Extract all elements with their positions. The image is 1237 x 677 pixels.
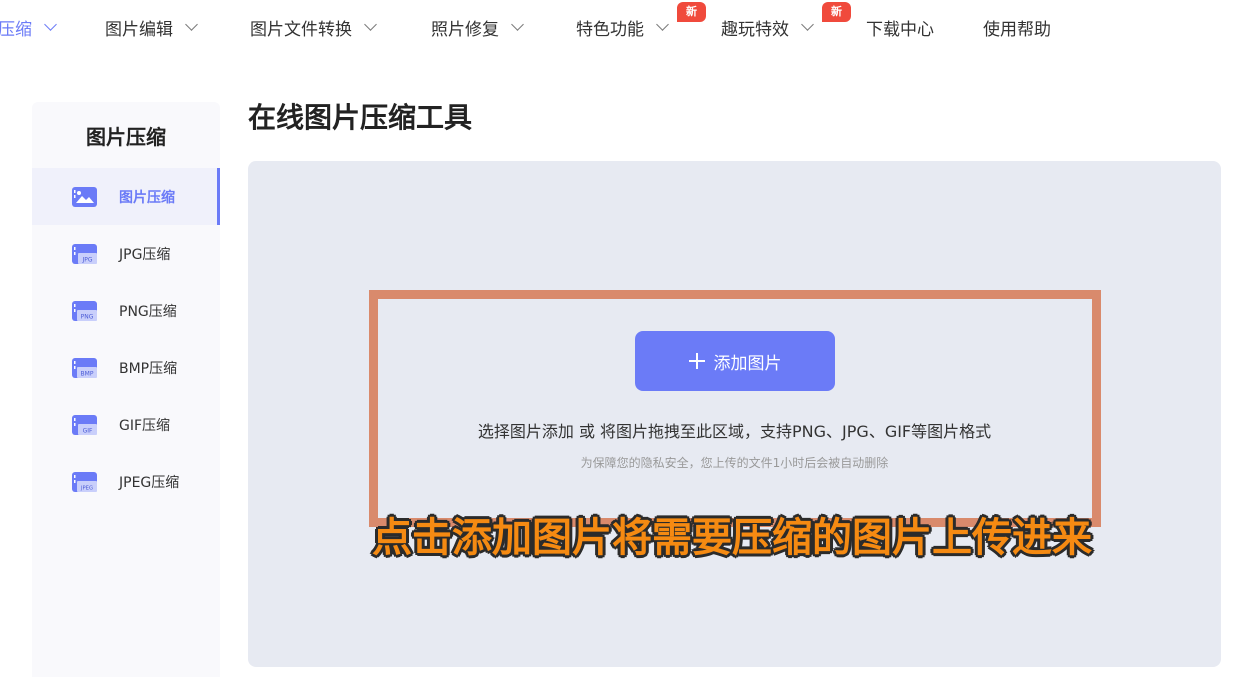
chevron-down-icon: [44, 18, 57, 31]
tutorial-caption: 点击添加图片将需要压缩的图片上传进来: [372, 515, 1092, 561]
chevron-down-icon: [185, 18, 198, 31]
nav-item-label: 趣玩特效: [721, 19, 789, 40]
privacy-note: 为保障您的隐私安全，您上传的文件1小时后会被自动删除: [580, 456, 889, 470]
highlight-annotation-box: [369, 290, 1101, 527]
sidebar-item-label: BMP压缩: [119, 360, 178, 377]
sidebar: 图片压缩 图片压缩 JPG JPG压缩 PNG PNG压缩 BMP BMP压缩 …: [32, 102, 220, 677]
nav-item-compress[interactable]: 压缩: [0, 0, 57, 54]
png-file-icon: PNG: [72, 301, 97, 321]
jpeg-file-icon: JPEG: [72, 472, 97, 492]
nav-item-label: 压缩: [0, 19, 32, 40]
sidebar-item-label: JPG压缩: [119, 246, 171, 263]
upload-hint: 选择图片添加 或 将图片拖拽至此区域，支持PNG、JPG、GIF等图片格式: [477, 422, 992, 441]
svg-text:JPEG: JPEG: [80, 486, 93, 492]
nav-item-photo-repair[interactable]: 照片修复: [431, 0, 524, 54]
sidebar-item-png[interactable]: PNG PNG压缩: [32, 282, 220, 339]
gif-file-icon: GIF: [72, 415, 97, 435]
nav-item-label: 图片编辑: [105, 19, 173, 40]
bmp-file-icon: BMP: [72, 358, 97, 378]
add-image-button-label: 添加图片: [713, 353, 782, 374]
jpg-file-icon: JPG: [72, 244, 97, 264]
svg-text:JPG: JPG: [81, 257, 92, 264]
add-image-button[interactable]: 添加图片: [635, 331, 835, 391]
nav-item-fun-effects[interactable]: 趣玩特效: [721, 0, 814, 54]
nav-item-help[interactable]: 使用帮助: [983, 0, 1051, 54]
sidebar-item-gif[interactable]: GIF GIF压缩: [32, 396, 220, 453]
new-badge: 新: [677, 2, 706, 22]
nav-item-file-convert[interactable]: 图片文件转换: [250, 0, 377, 54]
nav-item-image-edit[interactable]: 图片编辑: [105, 0, 198, 54]
chevron-down-icon: [801, 18, 814, 31]
svg-text:GIF: GIF: [83, 428, 93, 435]
chevron-down-icon: [364, 18, 377, 31]
svg-text:PNG: PNG: [81, 314, 94, 321]
sidebar-item-label: 图片压缩: [119, 189, 175, 206]
top-nav: 压缩 图片编辑 图片文件转换 照片修复 特色功能 新 趣玩特效 新 下载中心 使…: [0, 0, 1237, 54]
new-badge: 新: [822, 2, 851, 22]
image-icon: [72, 187, 97, 207]
sidebar-item-label: GIF压缩: [119, 417, 171, 434]
nav-item-label: 下载中心: [866, 19, 934, 40]
sidebar-item-label: JPEG压缩: [119, 474, 180, 491]
nav-item-label: 图片文件转换: [250, 19, 352, 40]
sidebar-item-image-compress[interactable]: 图片压缩: [32, 168, 220, 225]
sidebar-item-jpeg[interactable]: JPEG JPEG压缩: [32, 453, 220, 510]
page-title: 在线图片压缩工具: [248, 101, 473, 134]
sidebar-title: 图片压缩: [86, 124, 166, 149]
sidebar-item-bmp[interactable]: BMP BMP压缩: [32, 339, 220, 396]
sidebar-item-jpg[interactable]: JPG JPG压缩: [32, 225, 220, 282]
nav-item-label: 特色功能: [576, 19, 644, 40]
plus-icon: [688, 353, 705, 369]
nav-item-featured[interactable]: 特色功能: [576, 0, 669, 54]
nav-item-label: 使用帮助: [983, 19, 1051, 40]
chevron-down-icon: [656, 18, 669, 31]
nav-item-label: 照片修复: [431, 19, 499, 40]
svg-text:BMP: BMP: [81, 371, 94, 378]
nav-item-download[interactable]: 下载中心: [866, 0, 934, 54]
sidebar-item-label: PNG压缩: [119, 303, 177, 320]
chevron-down-icon: [511, 18, 524, 31]
